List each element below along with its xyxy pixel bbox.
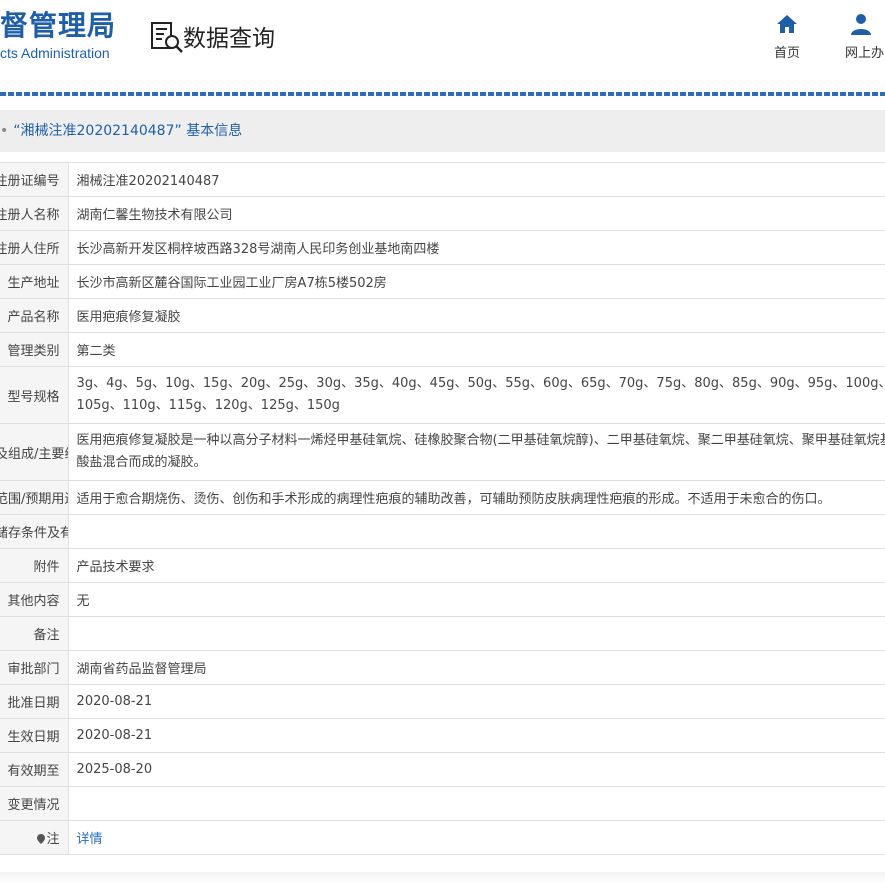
table-row: 有效期至 2025-08-20 <box>0 752 885 787</box>
row-label: 备注 <box>0 616 69 651</box>
table-row: 变更情况 <box>0 786 885 821</box>
row-value: 产品技术要求 <box>67 548 885 583</box>
row-label: 生产地址 <box>0 264 69 299</box>
location-pin-icon <box>36 834 45 844</box>
row-label: 注册人住所 <box>0 230 69 265</box>
header-divider <box>0 92 885 96</box>
table-row: 注册人住所 长沙高新开发区桐梓坡西路328号湖南人民印务创业基地南四楼 <box>0 230 885 265</box>
table-row: 注册证编号 湘械注准20202140487 <box>0 162 885 197</box>
table-row: 注册人名称 湖南仁馨生物技术有限公司 <box>0 196 885 231</box>
row-label-text: 注 <box>46 832 60 847</box>
table-row: 结构及组成/主要组成成分医用疤痕修复凝胶是一种以高分子材料一烯烃甲基硅氧烷、硅橡… <box>0 423 885 481</box>
nav-home-label: 首页 <box>773 46 800 61</box>
table-row: 适用范围/预期用途适用于愈合期烧伤、烫伤、创伤和手术形成的病理性疤痕的辅助改善，… <box>0 480 885 515</box>
row-value: 医用疤痕修复凝胶 <box>67 298 885 333</box>
row-label-note: 注 <box>0 820 69 855</box>
row-value: 详情 <box>67 820 885 855</box>
user-icon <box>851 14 871 35</box>
row-value: 3g、4g、5g、10g、15g、20g、25g、30g、35g、40g、45g… <box>67 366 885 424</box>
row-value <box>67 786 885 821</box>
row-value: 2020-08-21 <box>67 718 885 753</box>
row-value: 长沙市高新区麓谷国际工业园工业厂房A7栋5楼502房 <box>67 264 885 299</box>
logo-title: 督管理局 <box>0 9 117 42</box>
table-row: 批准日期 2020-08-21 <box>0 684 885 719</box>
row-value <box>67 616 885 651</box>
info-table-container: 注册证编号 湘械注准20202140487 注册人名称 湖南仁馨生物技术有限公司 注… <box>0 162 885 855</box>
table-row: 生产地址 长沙市高新区麓谷国际工业园工业厂房A7栋5楼502房 <box>0 264 885 299</box>
row-value: 医用疤痕修复凝胶是一种以高分子材料一烯烃甲基硅氧烷、硅橡胶聚合物(二甲基硅氧烷醇… <box>67 423 885 481</box>
table-row: 生效日期 2020-08-21 <box>0 718 885 753</box>
row-value <box>67 514 885 549</box>
table-row: 产品储存条件及有效期 <box>0 514 885 549</box>
row-label: 注册证编号 <box>0 162 69 197</box>
row-value: 第二类 <box>67 332 885 367</box>
nav-home[interactable]: 首页 <box>770 12 804 61</box>
row-label: 审批部门 <box>0 650 69 685</box>
row-label: 附件 <box>0 548 69 583</box>
table-row: 审批部门 湖南省药品监督管理局 <box>0 650 885 685</box>
nav-online-label: 网上办 <box>845 46 885 61</box>
row-value: 湖南省药品监督管理局 <box>67 650 885 685</box>
bullet-icon: • <box>0 123 9 139</box>
section-title-text: “湘械注准20202140487” 基本信息 <box>13 123 243 139</box>
table-row: 注 详情 <box>0 820 885 855</box>
row-value: 无 <box>67 582 885 617</box>
row-label: 产品储存条件及有效期 <box>0 514 69 549</box>
row-label: 有效期至 <box>0 752 69 787</box>
row-label: 结构及组成/主要组成成分 <box>0 423 69 481</box>
row-value: 长沙高新开发区桐梓坡西路328号湖南人民印务创业基地南四楼 <box>67 230 885 265</box>
details-link[interactable]: 详情 <box>77 832 103 847</box>
row-value: 2020-08-21 <box>67 684 885 719</box>
row-label: 批准日期 <box>0 684 69 719</box>
row-label: 变更情况 <box>0 786 69 821</box>
table-row: 附件 产品技术要求 <box>0 548 885 583</box>
row-label: 生效日期 <box>0 718 69 753</box>
row-label: 适用范围/预期用途 <box>0 480 69 515</box>
home-icon <box>777 15 797 33</box>
row-label: 其他内容 <box>0 582 69 617</box>
row-value: 湖南仁馨生物技术有限公司 <box>67 196 885 231</box>
table-row: 产品名称 医用疤痕修复凝胶 <box>0 298 885 333</box>
row-value: 2025-08-20 <box>67 752 885 787</box>
row-label: 管理类别 <box>0 332 69 367</box>
nav-online-service[interactable]: 网上办 <box>845 12 885 61</box>
row-value: 适用于愈合期烧伤、烫伤、创伤和手术形成的病理性疤痕的辅助改善，可辅助预防皮肤病理… <box>67 480 885 515</box>
row-label: 注册人名称 <box>0 196 69 231</box>
table-row: 备注 <box>0 616 885 651</box>
table-row: 管理类别 第二类 <box>0 332 885 367</box>
logo-subtitle: cts Administration <box>0 45 110 61</box>
section-header: • “湘械注准20202140487” 基本信息 <box>0 110 885 152</box>
data-query-icon <box>151 22 183 53</box>
site-header: 督管理局 cts Administration 数据查询 首页 网上办 <box>0 0 885 94</box>
table-row: 其他内容无 <box>0 582 885 617</box>
info-table: 注册证编号 湘械注准20202140487 注册人名称 湖南仁馨生物技术有限公司 注… <box>0 162 885 855</box>
page-title: 数据查询 <box>183 26 275 52</box>
section-title: • “湘械注准20202140487” 基本信息 <box>0 110 242 152</box>
row-value: 湘械注准20202140487 <box>67 162 885 197</box>
row-label: 产品名称 <box>0 298 69 333</box>
table-row: 型号规格 3g、4g、5g、10g、15g、20g、25g、30g、35g、40g… <box>0 366 885 424</box>
page-bottom-shadow <box>0 872 885 885</box>
row-label: 型号规格 <box>0 366 69 424</box>
